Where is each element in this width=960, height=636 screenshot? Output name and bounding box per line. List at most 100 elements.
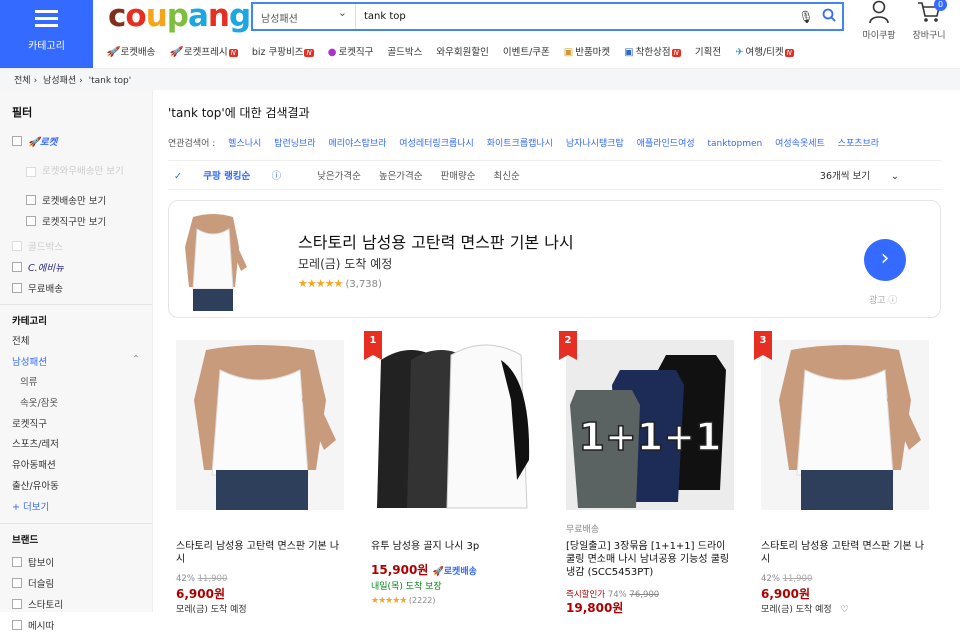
category-item[interactable]: 로켓직구 (12, 416, 140, 437)
checkbox[interactable] (12, 599, 22, 609)
sort-price-low[interactable]: 낮은가격순 (317, 168, 361, 182)
related-search-link[interactable]: 화이트크롭캡나시 (487, 139, 553, 149)
product-name[interactable]: [당일출고] 3장묶음 [1+1+1] 드라이 쿨링 면소매 나시 남녀공용 기… (566, 540, 734, 579)
quick-link-return-market[interactable]: ▣ 반품마켓 (564, 44, 610, 58)
category-menu-button[interactable]: 카테고리 (0, 0, 93, 68)
filter-rocket[interactable]: 🚀로켓 (12, 130, 140, 151)
checkbox[interactable] (12, 578, 22, 588)
more-categories-link[interactable]: + 더보기 (12, 499, 140, 521)
quick-link-planned[interactable]: 기획전 (695, 44, 721, 58)
cart-button[interactable]: 0 장바구니 (907, 0, 951, 41)
quick-link-travel[interactable]: ✈ 여행/티켓 N (735, 44, 794, 58)
product-card[interactable]: 1 유투 남성용 골지 나시 3p 15,900원 🚀로켓배송 내일(목) 도착… (363, 326, 541, 616)
sort-ranking[interactable]: ✓ 쿠팡 랭킹순 ⓘ (174, 168, 299, 182)
ad-next-button[interactable]: › (864, 239, 906, 281)
related-search-link[interactable]: 애플라인드여성 (637, 139, 695, 149)
related-search-link[interactable]: 여성속옷세트 (775, 139, 825, 149)
related-search-link[interactable]: 스포츠브라 (838, 139, 879, 149)
related-search-link[interactable]: tanktopmen (708, 139, 763, 149)
quick-link-good-shop[interactable]: ▣ 착한상점 N (624, 44, 681, 58)
category-item[interactable]: 스포츠/레저 (12, 436, 140, 457)
filter-goldbox[interactable]: 골드박스 (12, 235, 140, 256)
quick-link-goldbox[interactable]: 골드박스 (387, 44, 422, 58)
quick-link-rocket[interactable]: 🚀 로켓배송 (106, 44, 155, 58)
brand-filter[interactable]: 스타토리 (12, 594, 140, 615)
filter-rocket-delivery[interactable]: 로켓배송만 보기 (12, 189, 140, 210)
product-name[interactable]: 스타토리 남성용 고탄력 면스판 기본 나시 (176, 540, 348, 566)
related-search-link[interactable]: 메리야스탑브라 (328, 139, 386, 149)
breadcrumb-item[interactable]: 남성패션 (43, 76, 76, 86)
product-image[interactable] (176, 340, 344, 510)
breadcrumb-item: 'tank top' (88, 76, 132, 86)
search-icon[interactable] (816, 8, 842, 26)
info-icon[interactable]: ⓘ (272, 171, 282, 182)
plane-icon: ✈ (735, 47, 744, 58)
rank-badge: 1 (364, 331, 382, 360)
product-rating: ★★★★★ (2222) (371, 596, 436, 606)
rocket-icon: 🚀 (106, 47, 119, 58)
filter-free-shipping[interactable]: 무료배송 (12, 277, 140, 298)
checkbox[interactable] (12, 261, 22, 272)
ad-product-image[interactable] (175, 207, 251, 313)
category-item[interactable]: 전체 (12, 333, 140, 354)
checkbox[interactable] (12, 240, 22, 251)
brand-filter[interactable]: 더슬림 (12, 573, 140, 594)
quick-link-biz[interactable]: biz 쿠팡비즈 N (252, 44, 314, 58)
filter-cevery[interactable]: C.에비뉴 (12, 256, 140, 277)
coupang-logo[interactable]: coupang (108, 0, 251, 34)
cart-label: 장바구니 (912, 31, 946, 41)
quick-link-wow[interactable]: 와우회원할인 (436, 44, 488, 58)
ad-title[interactable]: 스타토리 남성용 고탄력 면스판 기본 나시 (298, 229, 574, 253)
sort-bar: ✓ 쿠팡 랭킹순 ⓘ 낮은가격순 높은가격순 판매량순 최신순 36개씩 보기 … (168, 160, 941, 190)
related-search-link[interactable]: 여성레터링크롭나시 (399, 139, 474, 149)
checkbox[interactable] (26, 215, 36, 226)
product-name[interactable]: 스타토리 남성용 고탄력 면스판 기본 나시 (761, 540, 933, 566)
category-label: 카테고리 (28, 41, 65, 52)
rocket-delivery-label: 🚀로켓배송 (432, 567, 477, 577)
checkbox[interactable] (12, 620, 22, 630)
checkbox[interactable] (12, 557, 22, 567)
sort-sales[interactable]: 판매량순 (441, 168, 476, 182)
category-item[interactable]: 유아동패션 (12, 457, 140, 478)
checkbox[interactable] (26, 167, 36, 177)
ad-label: 광고 ⓘ (869, 296, 898, 306)
related-search-link[interactable]: 탑런닝브라 (274, 139, 315, 149)
quick-link-global[interactable]: ● 로켓직구 (328, 44, 374, 58)
checkbox[interactable] (12, 135, 22, 146)
product-image[interactable]: 1+1+1 (566, 340, 734, 510)
microphone-icon[interactable]: 🎙 (796, 10, 816, 24)
search-category-select[interactable]: 남성패션 (253, 4, 356, 29)
chevron-up-icon[interactable]: ⌃ (132, 354, 140, 365)
breadcrumb-item[interactable]: 전체 (14, 76, 31, 86)
filter-rocket-wow[interactable]: 로켓와우배송만 보기 (12, 155, 140, 189)
star-rating-icon: ★★★★★ (371, 596, 407, 606)
related-search-link[interactable]: 헬스나시 (228, 139, 261, 149)
sponsored-banner[interactable]: 스타토리 남성용 고탄력 면스판 기본 나시 모레(금) 도착 예정 ★★★★★… (168, 200, 941, 318)
filter-rocket-global[interactable]: 로켓직구만 보기 (12, 210, 140, 231)
sort-newest[interactable]: 최신순 (494, 168, 520, 182)
product-card[interactable]: 스타토리 남성용 고탄력 면스판 기본 나시 42% 11,900 6,900원… (168, 326, 346, 616)
mypage-button[interactable]: 마이쿠팡 (857, 0, 901, 41)
related-search-link[interactable]: 남자나시탱크탑 (566, 139, 624, 149)
category-item[interactable]: 출산/유아동 (12, 478, 140, 499)
new-badge: N (304, 48, 314, 57)
market-icon: ▣ (563, 47, 574, 58)
product-name[interactable]: 유투 남성용 골지 나시 3p (371, 540, 543, 553)
checkbox[interactable] (12, 282, 22, 293)
per-page-select[interactable]: 36개씩 보기 ⌄ (820, 168, 917, 182)
category-subitem[interactable]: 의류 (12, 374, 140, 395)
brand-filter[interactable]: 탑보이 (12, 552, 140, 573)
product-image[interactable] (761, 340, 929, 510)
category-subitem[interactable]: 속옷/잠옷 (12, 395, 140, 416)
quick-link-event[interactable]: 이벤트/쿠폰 (503, 44, 550, 58)
category-item-selected[interactable]: 남성패션 ⌃ (12, 354, 140, 375)
sort-price-high[interactable]: 높은가격순 (379, 168, 423, 182)
product-card[interactable]: 3 스타토리 남성용 고탄력 면스판 기본 나시 42% 11,900 6,90… (753, 326, 931, 616)
quick-link-rocketfresh[interactable]: 🚀 로켓프레시 N (169, 44, 238, 58)
heart-icon[interactable]: ♡ (841, 605, 849, 615)
search-input[interactable]: tank top (356, 11, 796, 22)
product-image[interactable] (371, 340, 539, 510)
checkbox[interactable] (26, 194, 36, 205)
product-card[interactable]: 2 1+1+1 무료배송 [당일출고] 3장묶음 [1+1+1] 드라이 쿨링 … (558, 326, 736, 616)
brand-filter[interactable]: 메시따 (12, 615, 140, 636)
